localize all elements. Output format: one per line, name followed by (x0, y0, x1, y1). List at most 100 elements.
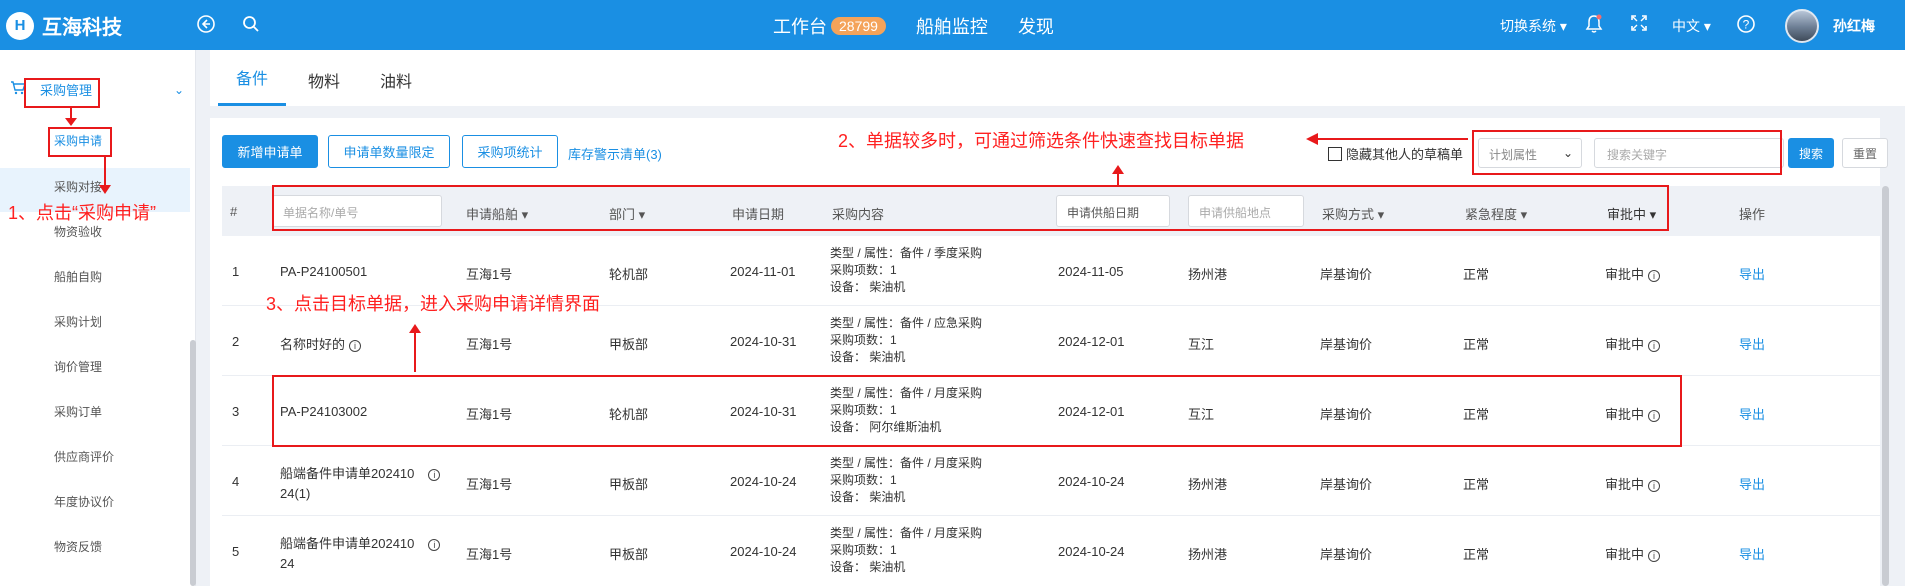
language-label: 中文 (1672, 18, 1700, 34)
sidebar-item-inquiry[interactable]: 询价管理 (54, 358, 102, 375)
highlight-box-filters (1472, 130, 1782, 175)
avatar[interactable] (1785, 9, 1819, 43)
row-name[interactable]: 船端备件申请单202410 i 24 (280, 534, 441, 574)
fullscreen-icon[interactable] (1628, 14, 1650, 36)
sidebar-scrollbar[interactable] (190, 340, 196, 586)
row-num: 2 (232, 334, 240, 349)
nav-workbench[interactable]: 工作台 28799 (773, 13, 886, 39)
top-navbar: H 互海科技 工作台 28799 船舶监控 发现 切换系统 ▾ 中文 ▾ ? 孙… (0, 0, 1905, 50)
nav-workbench-label: 工作台 (773, 17, 827, 37)
row-method: 岸基询价 (1320, 547, 1373, 562)
row-status-label: 审批中 (1605, 477, 1645, 492)
row-supply-place: 互江 (1188, 337, 1215, 352)
language-dropdown[interactable]: 中文 ▾ (1672, 16, 1711, 36)
row-content: 类型 / 属性：备件 / 季度采购 采购项数：1 设备： 柴油机 (830, 245, 982, 296)
switch-system-dropdown[interactable]: 切换系统 ▾ (1500, 16, 1567, 36)
main-scrollbar[interactable] (1882, 186, 1889, 586)
export-link[interactable]: 导出 (1739, 264, 1765, 283)
row-status-label: 审批中 (1605, 337, 1645, 352)
table-row[interactable]: 2 名称时好的 i 互海1号 甲板部 2024-10-31 类型 / 属性：备件 … (222, 306, 1880, 376)
info-icon[interactable]: i (1648, 339, 1661, 352)
row-dept: 甲板部 (609, 337, 649, 352)
export-link[interactable]: 导出 (1739, 474, 1765, 493)
row-supply-place: 扬州港 (1188, 477, 1228, 492)
bell-icon[interactable] (1583, 14, 1605, 36)
row-name-line1: 船端备件申请单202410 (280, 536, 415, 551)
sidebar-item-purchase-connect[interactable]: 采购对接 (54, 178, 102, 195)
sidebar-item-purchase-plan[interactable]: 采购计划 (54, 313, 102, 330)
nav-discover[interactable]: 发现 (1018, 13, 1054, 39)
col-num: # (230, 204, 238, 219)
tab-oil[interactable]: 油料 (362, 68, 430, 106)
sidebar-item-annual-price[interactable]: 年度协议价 (54, 493, 114, 510)
row-ship: 互海1号 (466, 547, 513, 562)
info-icon[interactable]: i (349, 339, 362, 352)
arrow-head-icon (65, 118, 77, 126)
sidebar-item-material-feedback[interactable]: 物资反馈 (54, 538, 102, 555)
arrow-head-icon (1112, 165, 1124, 174)
reset-button[interactable]: 重置 (1842, 138, 1888, 168)
row-date: 2024-10-24 (730, 544, 797, 559)
row-name-label: 名称时好的 (280, 337, 346, 352)
export-link[interactable]: 导出 (1739, 404, 1765, 423)
row-method: 岸基询价 (1320, 337, 1373, 352)
row-supply-date: 2024-10-24 (1058, 474, 1125, 489)
row-content-equipment: 设备： 柴油机 (830, 560, 906, 574)
row-name-line2: 24(1) (280, 486, 311, 501)
sidebar-item-purchase-order[interactable]: 采购订单 (54, 403, 102, 420)
row-supply-date: 2024-11-05 (1058, 264, 1124, 279)
svg-text:?: ? (1743, 18, 1750, 32)
hide-drafts-checkbox[interactable]: 隐藏其他人的草稿单 (1328, 144, 1463, 163)
row-name[interactable]: PA-P24100501 (280, 264, 367, 279)
highlight-box-target-row (272, 375, 1682, 447)
row-content-equipment: 设备： 柴油机 (830, 490, 906, 504)
arrow-line (104, 157, 106, 187)
checkbox-box (1328, 146, 1342, 161)
export-link[interactable]: 导出 (1739, 544, 1765, 563)
row-name[interactable]: 名称时好的 i (280, 334, 362, 353)
row-content-type: 类型 / 属性：备件 / 月度采购 (830, 526, 983, 540)
tab-materials[interactable]: 物料 (290, 68, 358, 106)
export-link[interactable]: 导出 (1739, 334, 1765, 353)
row-date: 2024-10-24 (730, 474, 797, 489)
caret-down-icon: ▾ (1559, 18, 1567, 34)
logo-icon: H (6, 11, 34, 40)
sidebar-item-ship-self-purchase[interactable]: 船舶自购 (54, 268, 102, 285)
arrow-head-icon (409, 324, 421, 333)
row-content-equipment: 设备： 柴油机 (830, 350, 906, 364)
info-icon[interactable]: i (428, 468, 441, 481)
table-row[interactable]: 4 船端备件申请单202410 i 24(1) 互海1号 甲板部 2024-10-… (222, 446, 1880, 516)
sidebar-item-supplier-eval[interactable]: 供应商评价 (54, 448, 114, 465)
info-icon[interactable]: i (1648, 479, 1661, 492)
search-button[interactable]: 搜索 (1788, 138, 1834, 168)
item-stats-button[interactable]: 采购项统计 (462, 135, 558, 168)
info-icon[interactable]: i (1648, 269, 1661, 282)
annotation-step3: 3、点击目标单据，进入采购申请详情界面 (266, 294, 601, 314)
row-num: 1 (232, 264, 240, 279)
row-urgency: 正常 (1463, 477, 1490, 492)
nav-ship-monitor[interactable]: 船舶监控 (916, 13, 988, 39)
back-icon[interactable] (195, 14, 217, 36)
row-content-count: 采购项数：1 (830, 263, 897, 277)
info-icon[interactable]: i (428, 538, 441, 551)
stock-warning-link[interactable]: 库存警示清单(3) (568, 144, 662, 163)
info-icon[interactable]: i (1648, 549, 1661, 562)
row-date: 2024-11-01 (730, 264, 796, 279)
row-content-type: 类型 / 属性：备件 / 月度采购 (830, 456, 983, 470)
table-row[interactable]: 5 船端备件申请单202410 i 24 互海1号 甲板部 2024-10-24 … (222, 516, 1880, 586)
tab-spare-parts[interactable]: 备件 (218, 65, 287, 106)
user-name[interactable]: 孙红梅 (1833, 16, 1875, 36)
row-name[interactable]: 船端备件申请单202410 i 24(1) (280, 464, 441, 504)
new-request-button[interactable]: 新增申请单 (222, 135, 318, 168)
help-icon[interactable]: ? (1735, 14, 1757, 36)
search-icon[interactable] (240, 14, 262, 36)
row-content-count: 采购项数：1 (830, 473, 897, 487)
quantity-limit-button[interactable]: 申请单数量限定 (328, 135, 450, 168)
sidebar-item-material-acceptance[interactable]: 物资验收 (54, 223, 102, 240)
logo[interactable]: H 互海科技 (6, 11, 122, 40)
caret-down-icon: ▾ (1703, 18, 1711, 34)
row-name-line2: 24 (280, 556, 295, 571)
arrow-head-icon (99, 185, 111, 194)
row-supply-place: 扬州港 (1188, 547, 1228, 562)
row-content: 类型 / 属性：备件 / 月度采购 采购项数：1 设备： 柴油机 (830, 525, 982, 576)
